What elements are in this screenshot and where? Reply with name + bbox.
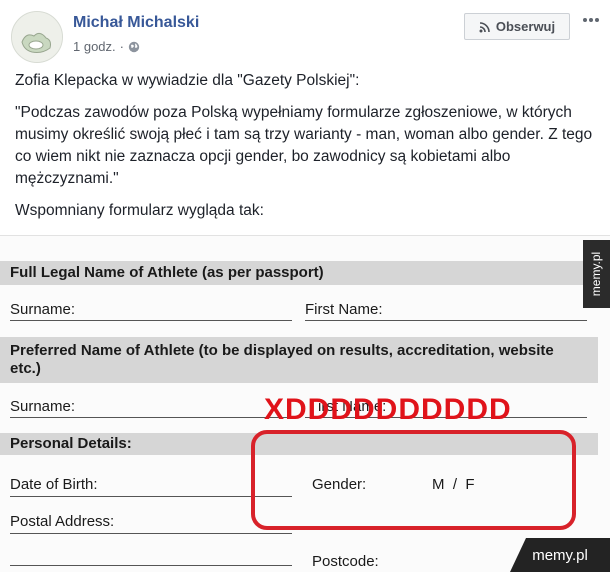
- post-paragraph-quote: "Podczas zawodów poza Polską wypełniamy …: [15, 104, 593, 187]
- surname-label: Surname:: [10, 301, 76, 318]
- surname-line: [10, 320, 292, 321]
- surname-preferred-line: [10, 417, 292, 418]
- follow-button[interactable]: Obserwuj: [464, 13, 570, 40]
- more-options-icon[interactable]: [580, 10, 602, 30]
- form-image[interactable]: Full Legal Name of Athlete (as per passp…: [0, 235, 610, 572]
- postcode-label: Postcode:: [312, 553, 379, 570]
- rss-icon: [479, 21, 490, 32]
- timestamp[interactable]: 1 godz.: [73, 39, 116, 54]
- globe-icon: [128, 41, 140, 52]
- section-band-legal-name: Full Legal Name of Athlete (as per passp…: [0, 261, 598, 285]
- avatar-image: [12, 12, 62, 62]
- author-name[interactable]: Michał Michalski: [73, 14, 199, 32]
- watermark-side: memy.pl: [583, 240, 610, 308]
- first-name-line: [305, 320, 587, 321]
- postal-address-line: [10, 533, 292, 534]
- meta-separator: ·: [119, 39, 124, 54]
- section-title-legal-name: Full Legal Name of Athlete (as per passp…: [10, 264, 324, 281]
- red-highlight-box: [251, 430, 576, 530]
- section-band-preferred-name: Preferred Name of Athlete (to be display…: [0, 337, 598, 383]
- postal-address-line-2: [10, 565, 292, 566]
- post-paragraph-outro: Wspomniany formularz wygląda tak:: [15, 202, 264, 219]
- first-name-label: First Name:: [305, 301, 383, 318]
- section-title-preferred-name: Preferred Name of Athlete (to be display…: [10, 342, 554, 377]
- section-title-personal-details: Personal Details:: [10, 435, 132, 452]
- postal-address-label: Postal Address:: [10, 513, 115, 530]
- xd-overlay-text: XDDDDDDDDDD: [264, 393, 512, 426]
- date-of-birth-label: Date of Birth:: [10, 476, 98, 493]
- surname-preferred-label: Surname:: [10, 398, 76, 415]
- post-header: Michał Michalski 1 godz. · Obserwuj: [0, 0, 610, 70]
- date-of-birth-line: [10, 496, 292, 497]
- post-meta: 1 godz. ·: [73, 39, 140, 54]
- post-paragraph-intro: Zofia Klepacka w wywiadzie dla "Gazety P…: [15, 72, 360, 89]
- avatar[interactable]: [11, 11, 63, 63]
- watermark-side-text: memy.pl: [589, 251, 604, 297]
- post-text: Zofia Klepacka w wywiadzie dla "Gazety P…: [15, 70, 600, 232]
- follow-button-label: Obserwuj: [495, 19, 556, 34]
- watermark-corner: memy.pl: [510, 538, 610, 572]
- form-top-divider: [0, 235, 610, 236]
